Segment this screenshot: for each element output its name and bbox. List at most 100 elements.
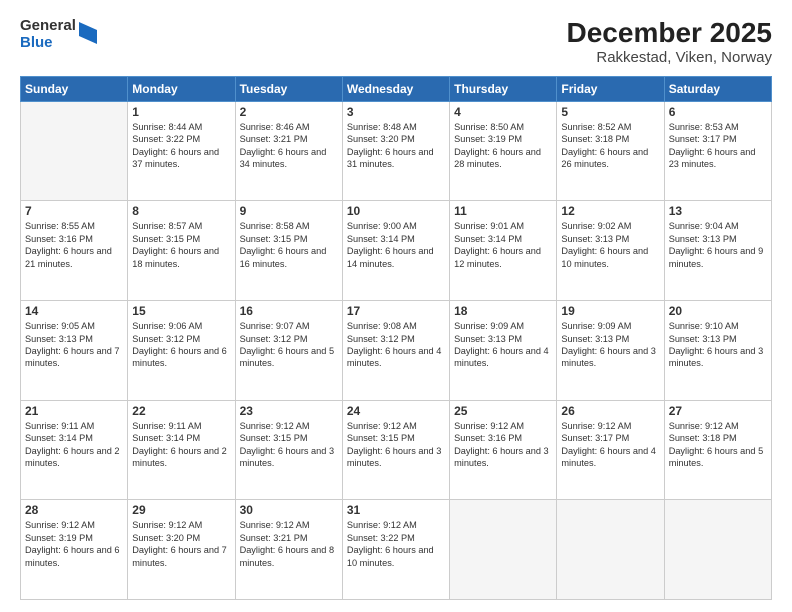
calendar-cell: 30 Sunrise: 9:12 AMSunset: 3:21 PMDayligh…: [235, 500, 342, 600]
cell-sun-info: Sunrise: 9:04 AMSunset: 3:13 PMDaylight:…: [669, 220, 767, 270]
calendar-cell: 2Sunrise: 8:46 AMSunset: 3:21 PMDaylight…: [235, 101, 342, 201]
calendar-week-row: 1 Sunrise: 8:44 AMSunset: 3:22 PMDaylight…: [21, 101, 772, 201]
cell-sun-info: Sunrise: 8:58 AMSunset: 3:15 PMDaylight:…: [240, 220, 338, 270]
cell-sun-info: Sunrise: 9:06 AMSunset: 3:12 PMDaylight:…: [132, 320, 230, 370]
day-number: 31: [347, 503, 445, 517]
logo-general: General: [20, 18, 76, 35]
day-of-week-header: Sunday: [21, 76, 128, 101]
cell-sun-info: Sunrise: 9:00 AMSunset: 3:14 PMDaylight:…: [347, 220, 445, 270]
day-number: 1: [132, 105, 230, 119]
day-number: 17: [347, 304, 445, 318]
cell-sun-info: Sunrise: 8:46 AMSunset: 3:21 PMDaylight:…: [240, 121, 338, 171]
calendar-cell: 4 Sunrise: 8:50 AMSunset: 3:19 PMDaylight…: [450, 101, 557, 201]
day-number: 24: [347, 404, 445, 418]
cell-sun-info: Sunrise: 9:08 AMSunset: 3:12 PMDaylight:…: [347, 320, 445, 370]
cell-sun-info: Sunrise: 9:10 AMSunset: 3:13 PMDaylight:…: [669, 320, 767, 370]
calendar-cell: 21Sunrise: 9:11 AMSunset: 3:14 PMDayligh…: [21, 400, 128, 500]
calendar-cell: 5 Sunrise: 8:52 AMSunset: 3:18 PMDaylight…: [557, 101, 664, 201]
cell-sun-info: Sunrise: 9:12 AMSunset: 3:17 PMDaylight:…: [561, 420, 659, 470]
calendar-cell: 1 Sunrise: 8:44 AMSunset: 3:22 PMDaylight…: [128, 101, 235, 201]
cell-sun-info: Sunrise: 8:48 AMSunset: 3:20 PMDaylight:…: [347, 121, 445, 171]
cell-sun-info: Sunrise: 9:02 AMSunset: 3:13 PMDaylight:…: [561, 220, 659, 270]
calendar-cell: 13 Sunrise: 9:04 AMSunset: 3:13 PMDayligh…: [664, 201, 771, 301]
cell-sun-info: Sunrise: 8:52 AMSunset: 3:18 PMDaylight:…: [561, 121, 659, 171]
calendar: SundayMondayTuesdayWednesdayThursdayFrid…: [20, 76, 772, 600]
day-of-week-header: Tuesday: [235, 76, 342, 101]
day-number: 21: [25, 404, 123, 418]
day-of-week-header: Friday: [557, 76, 664, 101]
day-of-week-header: Monday: [128, 76, 235, 101]
day-number: 29: [132, 503, 230, 517]
day-number: 30: [240, 503, 338, 517]
calendar-week-row: 28 Sunrise: 9:12 AMSunset: 3:19 PMDayligh…: [21, 500, 772, 600]
day-number: 28: [25, 503, 123, 517]
cell-sun-info: Sunrise: 9:12 AMSunset: 3:19 PMDaylight:…: [25, 519, 123, 569]
calendar-cell: 20 Sunrise: 9:10 AMSunset: 3:13 PMDayligh…: [664, 301, 771, 401]
logo-text: General Blue: [20, 18, 76, 51]
cell-sun-info: Sunrise: 9:05 AMSunset: 3:13 PMDaylight:…: [25, 320, 123, 370]
calendar-cell: 18Sunrise: 9:09 AMSunset: 3:13 PMDayligh…: [450, 301, 557, 401]
calendar-cell: 29Sunrise: 9:12 AMSunset: 3:20 PMDayligh…: [128, 500, 235, 600]
cell-sun-info: Sunrise: 8:44 AMSunset: 3:22 PMDaylight:…: [132, 121, 230, 171]
day-number: 22: [132, 404, 230, 418]
day-number: 20: [669, 304, 767, 318]
cell-sun-info: Sunrise: 8:55 AMSunset: 3:16 PMDaylight:…: [25, 220, 123, 270]
day-number: 14: [25, 304, 123, 318]
day-number: 23: [240, 404, 338, 418]
day-number: 16: [240, 304, 338, 318]
calendar-week-row: 7Sunrise: 8:55 AMSunset: 3:16 PMDaylight…: [21, 201, 772, 301]
calendar-cell: 6 Sunrise: 8:53 AMSunset: 3:17 PMDaylight…: [664, 101, 771, 201]
cell-sun-info: Sunrise: 8:50 AMSunset: 3:19 PMDaylight:…: [454, 121, 552, 171]
page-subtitle: Rakkestad, Viken, Norway: [567, 49, 772, 66]
calendar-cell: 26 Sunrise: 9:12 AMSunset: 3:17 PMDayligh…: [557, 400, 664, 500]
calendar-cell: 19 Sunrise: 9:09 AMSunset: 3:13 PMDayligh…: [557, 301, 664, 401]
cell-sun-info: Sunrise: 9:12 AMSunset: 3:21 PMDaylight:…: [240, 519, 338, 569]
logo-icon: [79, 22, 97, 44]
calendar-cell: 8Sunrise: 8:57 AMSunset: 3:15 PMDaylight…: [128, 201, 235, 301]
day-number: 6: [669, 105, 767, 119]
calendar-cell: 11Sunrise: 9:01 AMSunset: 3:14 PMDayligh…: [450, 201, 557, 301]
day-number: 9: [240, 204, 338, 218]
title-block: December 2025 Rakkestad, Viken, Norway: [567, 18, 772, 66]
calendar-week-row: 14 Sunrise: 9:05 AMSunset: 3:13 PMDayligh…: [21, 301, 772, 401]
day-number: 19: [561, 304, 659, 318]
day-number: 5: [561, 105, 659, 119]
day-number: 13: [669, 204, 767, 218]
calendar-cell: 22 Sunrise: 9:11 AMSunset: 3:14 PMDayligh…: [128, 400, 235, 500]
day-number: 4: [454, 105, 552, 119]
cell-sun-info: Sunrise: 9:12 AMSunset: 3:15 PMDaylight:…: [240, 420, 338, 470]
calendar-cell: 10 Sunrise: 9:00 AMSunset: 3:14 PMDayligh…: [342, 201, 449, 301]
calendar-cell: 28 Sunrise: 9:12 AMSunset: 3:19 PMDayligh…: [21, 500, 128, 600]
cell-sun-info: Sunrise: 9:12 AMSunset: 3:22 PMDaylight:…: [347, 519, 445, 569]
day-of-week-header: Wednesday: [342, 76, 449, 101]
day-number: 26: [561, 404, 659, 418]
calendar-cell: 3 Sunrise: 8:48 AMSunset: 3:20 PMDaylight…: [342, 101, 449, 201]
calendar-cell: 31 Sunrise: 9:12 AMSunset: 3:22 PMDayligh…: [342, 500, 449, 600]
calendar-cell: 17 Sunrise: 9:08 AMSunset: 3:12 PMDayligh…: [342, 301, 449, 401]
logo: General Blue: [20, 18, 97, 51]
cell-sun-info: Sunrise: 9:12 AMSunset: 3:18 PMDaylight:…: [669, 420, 767, 470]
day-number: 3: [347, 105, 445, 119]
calendar-cell: 24 Sunrise: 9:12 AMSunset: 3:15 PMDayligh…: [342, 400, 449, 500]
day-number: 11: [454, 204, 552, 218]
calendar-cell: 15Sunrise: 9:06 AMSunset: 3:12 PMDayligh…: [128, 301, 235, 401]
cell-sun-info: Sunrise: 9:11 AMSunset: 3:14 PMDaylight:…: [132, 420, 230, 470]
cell-sun-info: Sunrise: 9:12 AMSunset: 3:16 PMDaylight:…: [454, 420, 552, 470]
calendar-header-row: SundayMondayTuesdayWednesdayThursdayFrid…: [21, 76, 772, 101]
calendar-week-row: 21 Sunrise: 9:11 AMSunset: 3:14 PMDayligh…: [21, 400, 772, 500]
cell-sun-info: Sunrise: 9:09 AMSunset: 3:13 PMDaylight:…: [561, 320, 659, 370]
cell-sun-info: Sunrise: 9:07 AMSunset: 3:12 PMDaylight:…: [240, 320, 338, 370]
calendar-cell: 7Sunrise: 8:55 AMSunset: 3:16 PMDaylight…: [21, 201, 128, 301]
cell-sun-info: Sunrise: 8:53 AMSunset: 3:17 PMDaylight:…: [669, 121, 767, 171]
calendar-cell: 27Sunrise: 9:12 AMSunset: 3:18 PMDayligh…: [664, 400, 771, 500]
day-number: 10: [347, 204, 445, 218]
day-number: 25: [454, 404, 552, 418]
calendar-cell: 23 Sunrise: 9:12 AMSunset: 3:15 PMDayligh…: [235, 400, 342, 500]
page: General Blue December 2025 Rakkestad, Vi…: [0, 0, 792, 612]
day-number: 12: [561, 204, 659, 218]
calendar-cell: [21, 101, 128, 201]
calendar-cell: 14 Sunrise: 9:05 AMSunset: 3:13 PMDayligh…: [21, 301, 128, 401]
cell-sun-info: Sunrise: 9:09 AMSunset: 3:13 PMDaylight:…: [454, 320, 552, 370]
calendar-cell: [664, 500, 771, 600]
cell-sun-info: Sunrise: 9:12 AMSunset: 3:15 PMDaylight:…: [347, 420, 445, 470]
